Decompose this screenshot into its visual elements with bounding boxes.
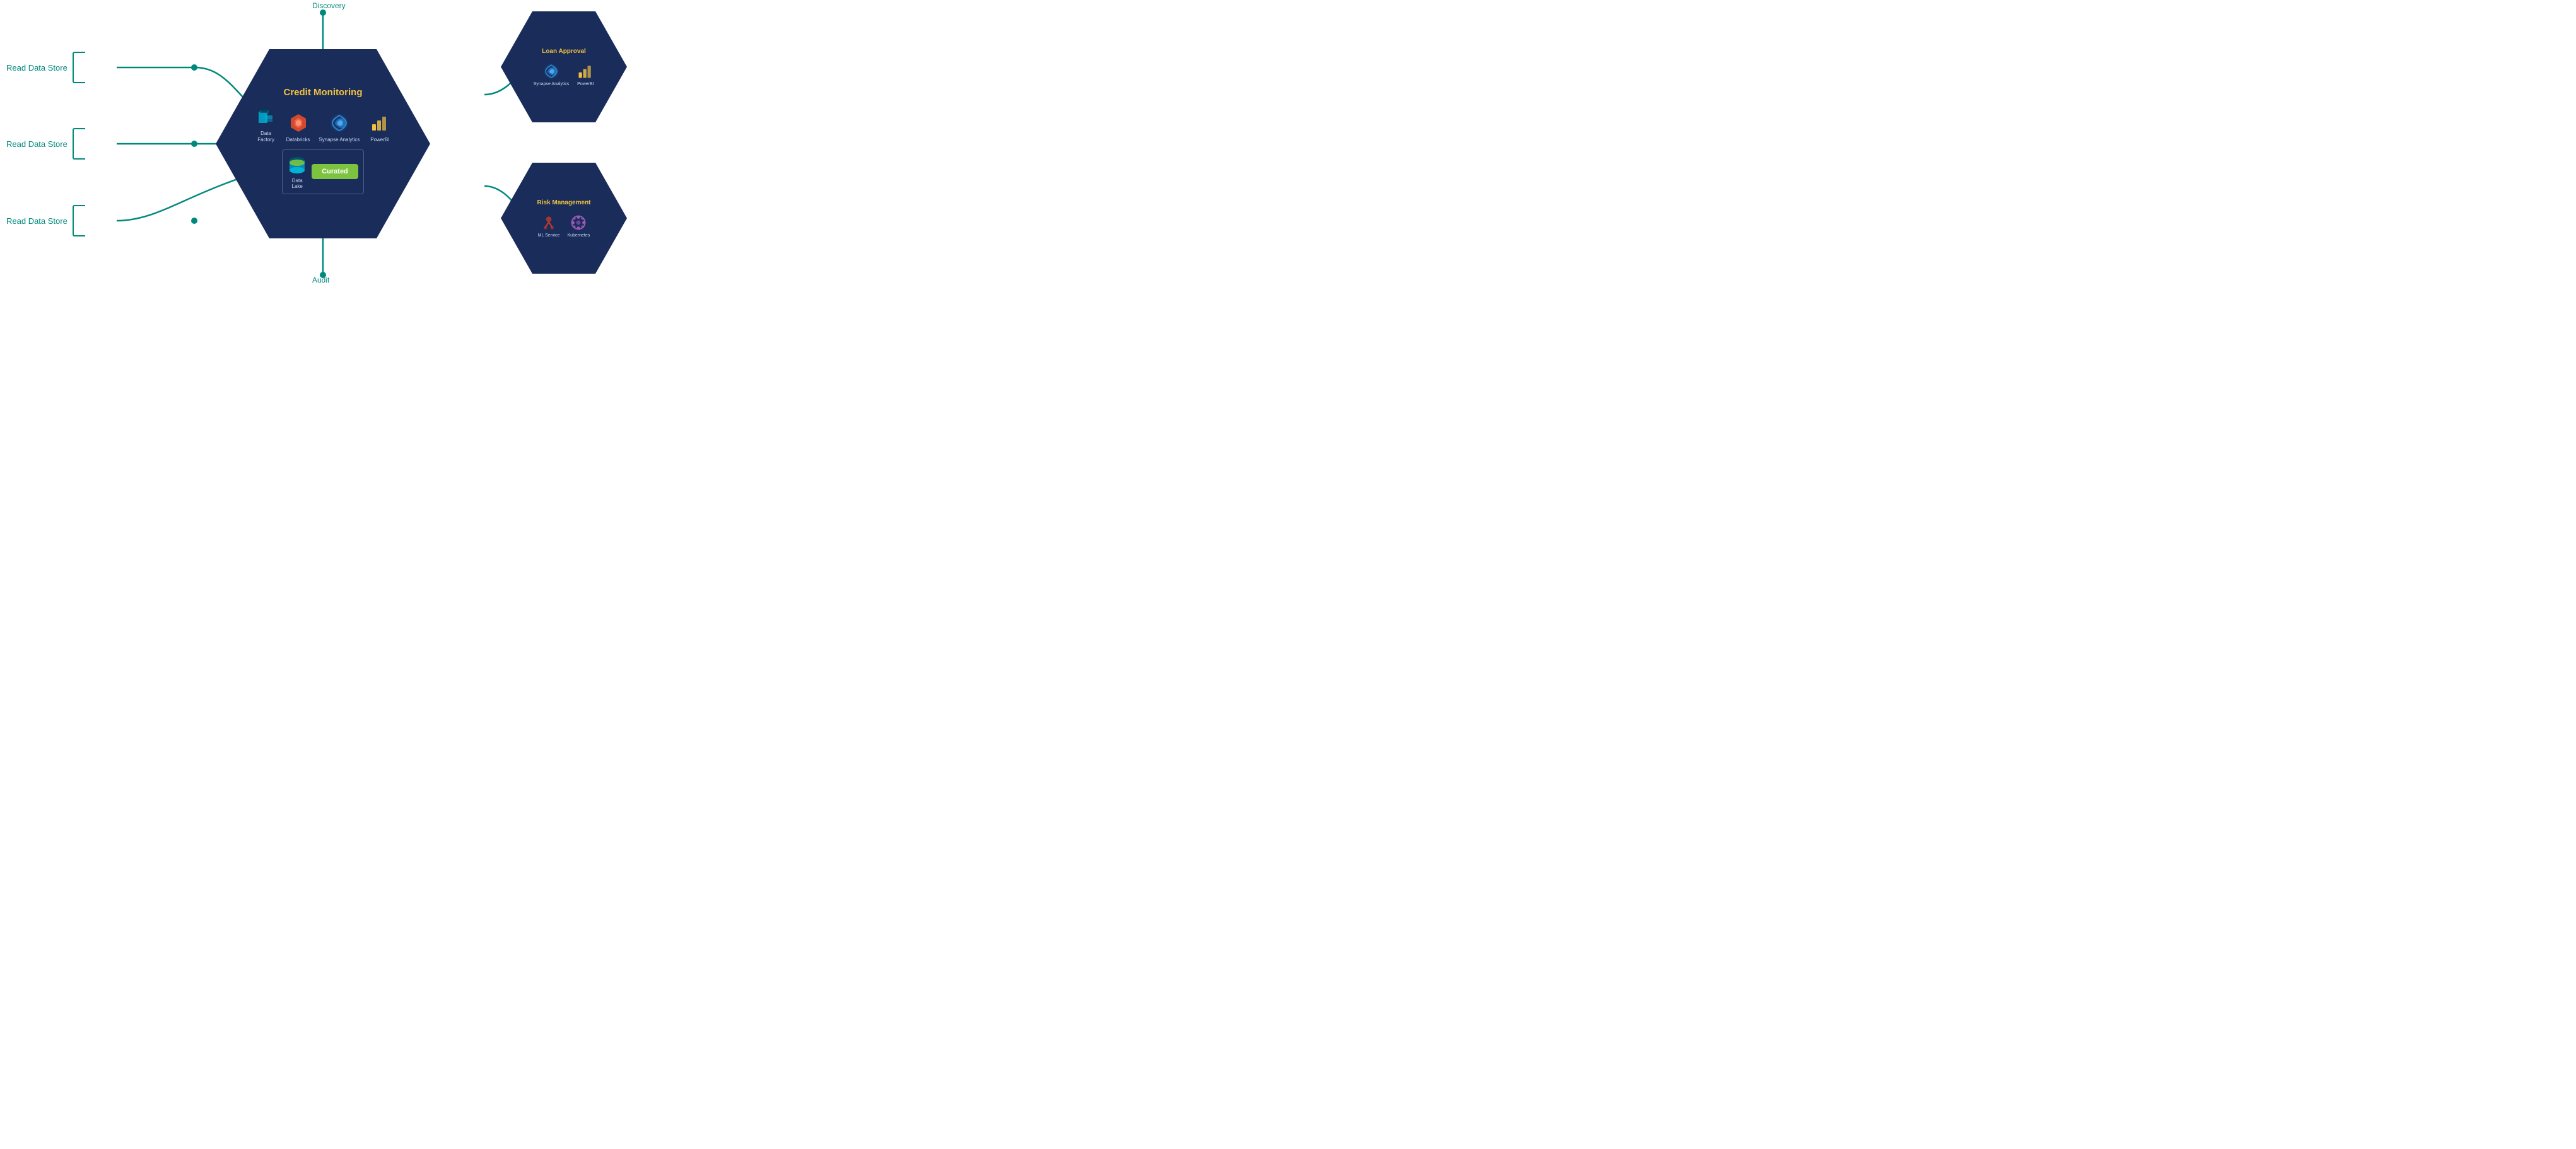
databricks-icon-item: Databricks bbox=[286, 112, 310, 143]
synapse-small-icon-item: Synapse Analytics bbox=[534, 62, 570, 86]
synapse-small-label: Synapse Analytics bbox=[534, 82, 570, 86]
read-data-store-middle: Read Data Store bbox=[6, 128, 85, 160]
audit-text: Audit bbox=[312, 276, 329, 284]
risk-management-hex: Risk Management ML Service bbox=[501, 163, 627, 274]
center-bottom-row: Data Lake Curated bbox=[282, 149, 364, 194]
read-data-store-bottom: Read Data Store bbox=[6, 205, 85, 236]
data-factory-icon bbox=[255, 105, 278, 128]
kubernetes-icon-item: Kubernetes bbox=[567, 214, 590, 238]
synapse-label: Synapse Analytics bbox=[319, 137, 360, 143]
databricks-label: Databricks bbox=[286, 137, 310, 143]
center-hex-title: Credit Monitoring bbox=[284, 87, 363, 98]
kubernetes-label: Kubernetes bbox=[567, 233, 590, 238]
powerbi-icon bbox=[368, 112, 391, 134]
mlservice-icon-item: ML Service bbox=[538, 214, 560, 238]
read-data-store-top: Read Data Store bbox=[6, 52, 85, 83]
center-hex-shape: Credit Monitoring Data Factory bbox=[216, 49, 430, 238]
powerbi-label: PowerBI bbox=[370, 137, 389, 143]
datalake-icon bbox=[288, 154, 307, 175]
powerbi-small-label: PowerBI bbox=[577, 82, 594, 86]
data-factory-icon-item: Data Factory bbox=[255, 105, 278, 143]
bracket-2 bbox=[73, 128, 85, 160]
mlservice-label: ML Service bbox=[538, 233, 560, 238]
bracket-3 bbox=[73, 205, 85, 236]
risk-management-hex-shape: Risk Management ML Service bbox=[501, 163, 627, 274]
risk-management-title: Risk Management bbox=[537, 199, 590, 206]
powerbi-small-icon-item: PowerBI bbox=[577, 62, 594, 86]
powerbi-icon-item: PowerBI bbox=[368, 112, 391, 143]
powerbi-small-icon bbox=[577, 62, 594, 80]
synapse-icon-item: Synapse Analytics bbox=[319, 112, 360, 143]
data-factory-label: Data Factory bbox=[257, 131, 274, 143]
datalake-label: Data Lake bbox=[292, 178, 303, 190]
databricks-icon bbox=[287, 112, 310, 134]
loan-approval-hex: Loan Approval Synapse Analytics bbox=[501, 11, 627, 122]
risk-management-icons: ML Service bbox=[538, 214, 590, 238]
kubernetes-icon bbox=[570, 214, 587, 231]
mlservice-icon bbox=[540, 214, 558, 231]
loan-approval-hex-shape: Loan Approval Synapse Analytics bbox=[501, 11, 627, 122]
datalake-icon-item: Data Lake bbox=[288, 154, 307, 190]
read-store-label-1: Read Data Store bbox=[6, 63, 67, 73]
bracket-1 bbox=[73, 52, 85, 83]
curated-badge: Curated bbox=[312, 164, 358, 179]
discovery-label: Discovery bbox=[312, 1, 346, 10]
read-store-label-3: Read Data Store bbox=[6, 216, 67, 226]
read-store-label-2: Read Data Store bbox=[6, 139, 67, 149]
synapse-icon bbox=[328, 112, 351, 134]
loan-approval-title: Loan Approval bbox=[542, 48, 586, 55]
synapse-small-icon bbox=[542, 62, 560, 80]
audit-label: Audit bbox=[312, 276, 329, 284]
datalake-box: Data Lake Curated bbox=[282, 149, 364, 194]
center-icons-row: Data Factory Databricks bbox=[255, 105, 392, 143]
loan-approval-icons: Synapse Analytics PowerBI bbox=[534, 62, 595, 86]
discovery-text: Discovery bbox=[312, 1, 346, 10]
main-canvas: Read Data Store Read Data Store Read Dat… bbox=[0, 0, 646, 288]
center-hexagon: Credit Monitoring Data Factory bbox=[216, 49, 430, 238]
